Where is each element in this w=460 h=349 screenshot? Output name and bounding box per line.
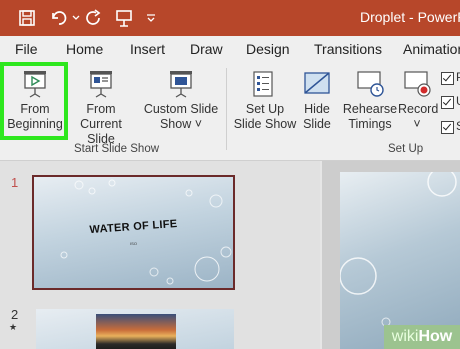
highlight-from-beginning (0, 62, 68, 140)
current-slide-preview[interactable] (340, 172, 460, 349)
setup-show-label-2: Slide Show (233, 117, 297, 131)
play-from-current-icon (90, 71, 112, 98)
group-label-set-up: Set Up (388, 143, 424, 155)
checkbox-1-label: P (456, 70, 460, 84)
rehearse-label-1: Rehearse (342, 102, 398, 116)
slide-number-2: 2 (11, 307, 19, 322)
tab-animations[interactable]: Animation (403, 41, 460, 57)
rehearse-timings-icon (357, 71, 384, 97)
checkbox-3[interactable] (441, 121, 454, 134)
slide-2-transition-star-icon: ★ (9, 322, 18, 332)
set-up-slide-show-button[interactable]: Set Up Slide Show (232, 70, 298, 132)
tab-draw[interactable]: Draw (190, 41, 223, 57)
custom-slide-show-button[interactable]: Custom Slide Show ˅ (141, 70, 221, 132)
rehearse-label-2: Timings (348, 117, 392, 131)
slide-number-1: 1 (11, 175, 19, 190)
save-icon[interactable] (17, 7, 37, 29)
hide-slide-label-2: Slide (303, 117, 331, 131)
record-button[interactable]: Record ˅ (398, 70, 439, 132)
watermark-wiki: wiki (391, 328, 419, 345)
slide-2-photo (96, 314, 176, 349)
setup-show-label-1: Set Up (245, 102, 285, 116)
from-current-label-1: From (86, 102, 116, 116)
tab-insert[interactable]: Insert (130, 41, 165, 57)
checkbox-3-label: S (456, 119, 460, 133)
hide-slide-button[interactable]: Hide Slide (298, 70, 336, 132)
slide-thumbnail-2[interactable] (36, 309, 234, 349)
group-label-start-slide-show: Start Slide Show (74, 143, 160, 155)
tab-home[interactable]: Home (66, 41, 103, 57)
hide-slide-icon (304, 72, 330, 94)
checkbox-2-label: U (456, 94, 460, 108)
watermark-how: How (418, 328, 453, 345)
title-bar: Droplet - PowerPo (0, 0, 460, 36)
custom-show-label-1: Custom Slide (143, 102, 219, 116)
rehearse-timings-button[interactable]: Rehearse Timings (342, 70, 398, 132)
record-label-1: Record (398, 102, 439, 116)
tab-design[interactable]: Design (246, 41, 290, 57)
undo-dropdown-icon[interactable] (71, 7, 81, 29)
ribbon-tabs: File Home Insert Draw Design Transitions… (0, 36, 460, 64)
customize-toolbar-icon[interactable] (145, 7, 157, 29)
wikihow-watermark: wiki How (384, 325, 460, 349)
tab-file[interactable]: File (15, 41, 38, 57)
slide-thumbnail-1[interactable]: WATER OF LIFE ISO (32, 175, 235, 290)
hide-slide-label-1: Hide (304, 102, 330, 116)
ribbon-slide-show: From Beginning From Current Slide Custom… (0, 64, 460, 161)
setup-show-icon (253, 71, 273, 97)
custom-show-label-2: Show ˅ (159, 117, 203, 131)
record-label-2: ˅ (413, 117, 421, 131)
custom-show-icon (170, 71, 192, 98)
checkbox-2[interactable] (441, 96, 454, 109)
canvas-water-drops (340, 172, 457, 327)
ribbon-separator (226, 68, 227, 150)
slide-1-subtitle: ISO (130, 241, 137, 246)
undo-icon[interactable] (48, 7, 70, 29)
tab-transitions[interactable]: Transitions (314, 41, 382, 57)
checkbox-1[interactable] (441, 72, 454, 85)
record-icon (404, 71, 431, 97)
redo-icon[interactable] (84, 7, 104, 29)
present-icon[interactable] (114, 7, 134, 29)
document-title: Droplet - PowerPo (360, 9, 460, 25)
from-current-slide-button[interactable]: From Current Slide (68, 70, 134, 147)
